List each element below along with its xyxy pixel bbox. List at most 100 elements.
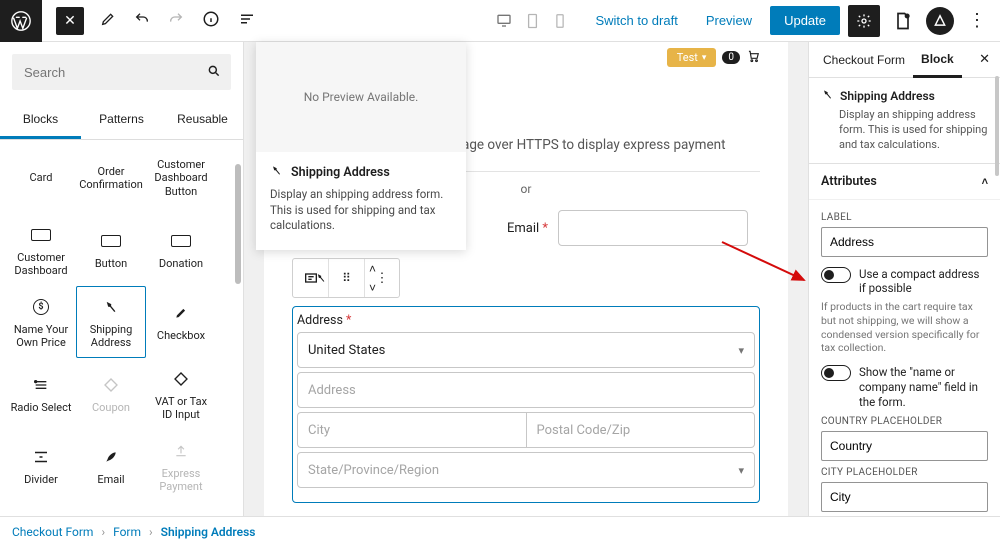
hover-card-title: Shipping Address [291,165,390,180]
country-select[interactable]: United States ▾ [297,332,755,368]
desktop-preview-icon[interactable] [495,13,513,29]
address-input[interactable]: Address [297,372,755,408]
block-donation[interactable]: Donation [146,214,216,286]
tab-block[interactable]: Block [913,42,962,78]
close-inserter-button[interactable]: ✕ [56,7,84,35]
email-label: Email * [507,221,548,236]
block-order-confirmation[interactable]: Order Confirmation [76,142,146,214]
tab-reusable[interactable]: Reusable [162,102,243,139]
chevron-right-icon: › [149,525,153,539]
list-view-icon[interactable] [238,10,256,32]
label-field-label: LABEL [821,212,988,223]
shipping-address-block[interactable]: Address * United States ▾ Address City P… [292,306,760,503]
tablet-preview-icon[interactable] [523,13,541,29]
mobile-preview-icon[interactable] [551,13,569,29]
block-preview-popover: No Preview Available. Shipping Address D… [256,42,466,250]
breadcrumb-item[interactable]: Checkout Form [12,525,93,539]
radio-icon [33,373,49,397]
block-radio-select[interactable]: Radio Select [6,358,76,430]
label-input[interactable] [821,227,988,257]
wordpress-logo[interactable] [0,0,42,42]
block-toolbar: ⠿ ˄˅ ⋮ [292,258,400,298]
more-options-icon[interactable]: ⋮ [962,10,992,31]
update-button[interactable]: Update [770,6,840,35]
compact-address-label: Use a compact address if possible [859,267,988,297]
cart-count-badge: 0 [722,51,740,64]
show-name-company-label: Show the "name or company name" field in… [859,365,988,410]
block-vat-tax-id[interactable]: VAT or Tax ID Input [146,358,216,430]
pencil-icon [174,301,188,325]
hover-card-desc: Display an shipping address form. This i… [270,187,452,234]
chevron-down-icon: ▾ [738,464,744,477]
block-checkbox[interactable]: Checkbox [146,286,216,358]
preview-button[interactable]: Preview [696,7,762,34]
dollar-icon: $ [33,295,49,319]
breadcrumb-item[interactable]: Form [113,525,141,539]
sidebar-block-title: Shipping Address [840,89,935,103]
box-icon [171,229,191,253]
attributes-panel-toggle[interactable]: Attributes ˄ [809,164,1000,200]
block-text-field[interactable]: Text Field [76,502,146,516]
block-shipping-address[interactable]: Shipping Address [76,286,146,358]
pin-icon [103,295,119,319]
close-sidebar-icon[interactable]: ✕ [975,48,994,71]
block-button[interactable]: Button [76,214,146,286]
search-input[interactable] [12,54,231,90]
email-input[interactable] [558,210,748,246]
switch-to-draft-button[interactable]: Switch to draft [585,7,687,34]
info-icon[interactable] [202,10,220,32]
block-express-payment[interactable]: Express Payment [146,430,216,502]
city-input[interactable]: City [297,412,526,448]
chevron-down-icon: ▾ [738,344,744,357]
block-toolbar-drag[interactable]: ⠿ ˄˅ [329,259,365,297]
block-card[interactable]: Card [6,142,76,214]
block-coupon[interactable]: Coupon [76,358,146,430]
block-email[interactable]: Email [76,430,146,502]
upload-icon [174,439,188,463]
tab-checkout-form[interactable]: Checkout Form [815,43,913,76]
plugin-icon-1[interactable] [888,6,918,36]
city-placeholder-input[interactable] [821,482,988,512]
block-title-heading[interactable]: Title/Heading Section [6,502,76,516]
pin-icon [270,164,283,181]
compact-address-toggle[interactable] [821,267,851,283]
sidebar-block-desc: Display an shipping address form. This i… [821,108,988,153]
redo-icon [168,11,184,31]
compact-address-help: If products in the cart require tax but … [821,300,988,355]
edit-icon[interactable] [100,11,116,31]
block-toolbar-more-icon[interactable]: ⋮ [365,259,399,297]
plugin-icon-2[interactable] [926,7,954,35]
postal-code-input[interactable]: Postal Code/Zip [526,412,756,448]
breadcrumb-current: Shipping Address [161,525,256,539]
divider-icon [32,445,50,469]
chevron-up-icon: ˄ [982,175,988,188]
sidebar-scrollbar[interactable] [995,76,999,176]
state-select[interactable]: State/Province/Region ▾ [297,452,755,488]
tab-blocks[interactable]: Blocks [0,102,81,139]
block-customer-dashboard[interactable]: Customer Dashboard [6,214,76,286]
drag-handle-icon[interactable]: ⠿ [334,259,360,297]
breadcrumb: Checkout Form › Form › Shipping Address [0,516,1000,546]
block-name-your-price[interactable]: $ Name Your Own Price [6,286,76,358]
address-label: Address * [293,313,759,332]
city-placeholder-label: CITY PLACEHOLDER [821,467,988,478]
block-customer-dashboard-button[interactable]: Customer Dashboard Button [146,142,216,214]
settings-gear-icon[interactable] [848,5,880,37]
pin-icon [821,88,834,104]
tag-icon [173,367,189,391]
cart-icon[interactable] [746,49,760,67]
search-icon [207,64,221,82]
show-name-company-toggle[interactable] [821,365,851,381]
box-icon [101,229,121,253]
tab-patterns[interactable]: Patterns [81,102,162,139]
feather-icon [104,445,118,469]
block-divider[interactable]: Divider [6,430,76,502]
block-textarea[interactable]: Textarea [146,502,216,516]
chevron-right-icon: › [101,525,105,539]
test-mode-chip[interactable]: Test▾ [667,48,717,67]
undo-icon[interactable] [134,11,150,31]
country-placeholder-input[interactable] [821,431,988,461]
pin-icon [308,259,334,297]
inserter-scrollbar[interactable] [235,164,241,284]
box-icon [31,223,51,247]
